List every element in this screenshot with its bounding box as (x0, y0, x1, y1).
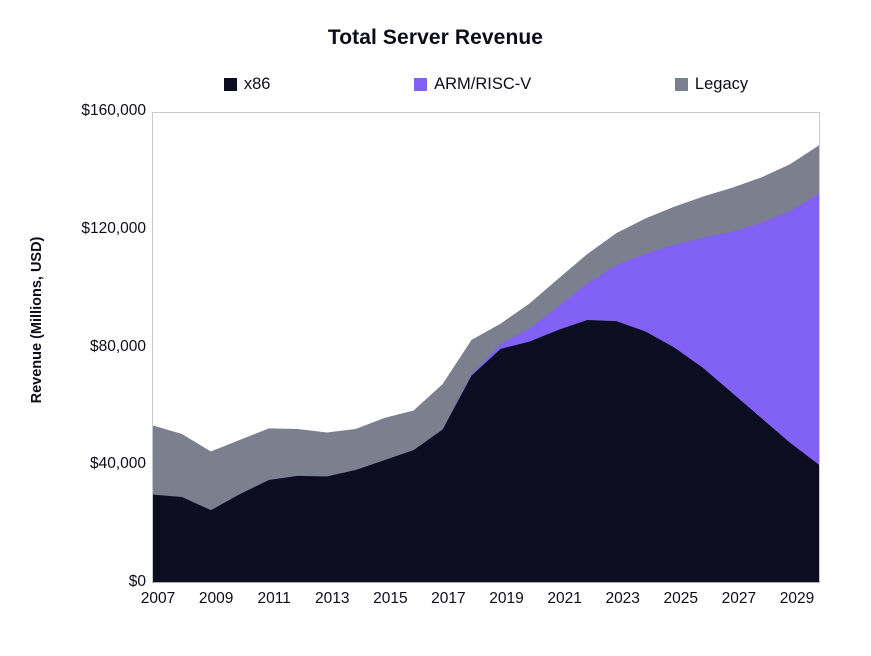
legend-swatch-x86-icon (223, 77, 237, 91)
x-tick-label: 2017 (431, 590, 466, 607)
y-axis-tick-labels: $0 $40,000 $80,000 $120,000 $160,000 (0, 0, 146, 656)
legend-swatch-arm-riscv-icon (414, 77, 428, 91)
legend-label-legacy: Legacy (694, 74, 749, 93)
x-tick-label: 2021 (547, 590, 582, 607)
x-axis-tick-labels: 2007 2009 2011 2013 2015 2017 2019 2021 2023 2025… (141, 590, 820, 620)
x-tick-label: 2029 (779, 590, 815, 607)
legend-label-arm-riscv: ARM/RISC-V (434, 74, 532, 93)
chart-legend: x86 ARM/RISC-V Legacy (152, 72, 820, 96)
x-tick-label: 2027 (721, 590, 757, 607)
legend-item-arm-riscv[interactable]: ARM/RISC-V (414, 75, 531, 94)
legend-item-x86[interactable]: x86 (223, 74, 271, 94)
y-tick-label: $80,000 (89, 337, 146, 355)
legend-label-x86: x86 (243, 74, 271, 93)
y-tick-label: $0 (128, 573, 146, 590)
x-tick-label: 2011 (257, 590, 291, 607)
y-tick-label: $160,000 (81, 102, 146, 119)
x-tick-label: 2009 (198, 590, 234, 607)
stacked-area-svg (153, 145, 819, 582)
x-tick-label: 2015 (373, 590, 408, 607)
legend-swatch-legacy-icon (674, 77, 688, 91)
x-tick-label: 2023 (605, 590, 640, 607)
plot-area (152, 112, 820, 583)
y-tick-label: $40,000 (89, 455, 146, 473)
legend-item-legacy[interactable]: Legacy (674, 74, 749, 94)
chart-container: Total Server Revenue x86 ARM/RISC-V Lega… (0, 0, 871, 656)
x-tick-label: 2019 (489, 590, 524, 607)
x-tick-label: 2025 (663, 590, 699, 607)
y-tick-label: $120,000 (81, 219, 146, 237)
x-tick-label: 2007 (140, 590, 176, 607)
x-tick-label: 2013 (315, 590, 350, 607)
